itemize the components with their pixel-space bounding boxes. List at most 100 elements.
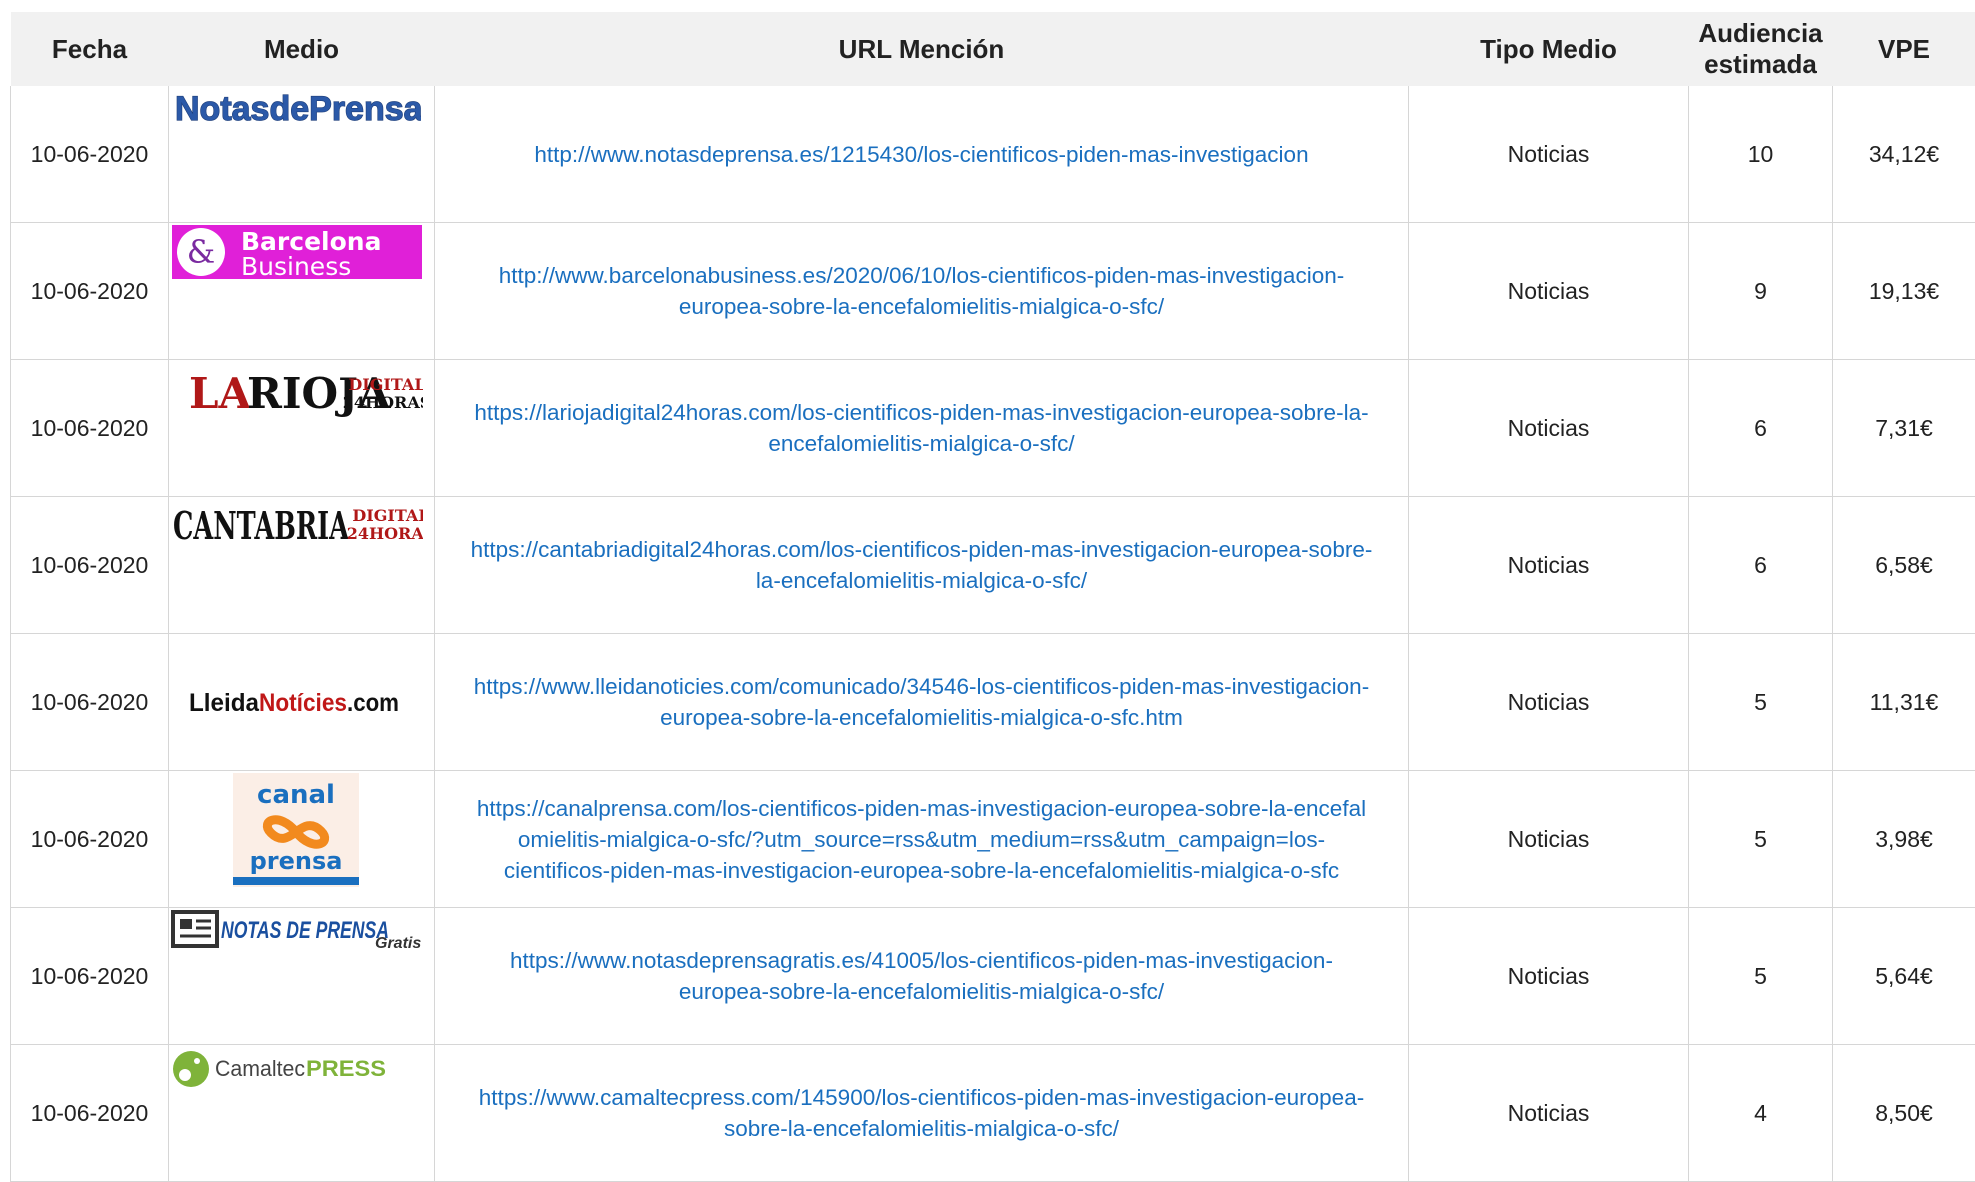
medio-cell: canal prensa <box>169 771 435 908</box>
url-line: http://www.notasdeprensa.es/1215430/los-… <box>534 142 1308 167</box>
svg-text:24HORAS: 24HORAS <box>347 524 423 543</box>
svg-text:NOTAS DE PRENSA: NOTAS DE PRENSA <box>221 917 389 944</box>
medio-cell: NotasdePrensa <box>169 86 435 223</box>
barcelona-business-logo: & Barcelona Business <box>169 223 423 281</box>
url-line: europea-sobre-la-encefalomielitis-mialgi… <box>679 979 1164 1004</box>
url-cell: https://www.lleidanoticies.com/comunicad… <box>435 634 1409 771</box>
url-cell: http://www.notasdeprensa.es/1215430/los-… <box>435 86 1409 223</box>
svg-text:PRESS: PRESS <box>306 1056 386 1081</box>
notasdeprensa-logo: NotasdePrensa <box>169 86 421 130</box>
url-line: https://lariojadigital24horas.com/los-ci… <box>474 400 1368 425</box>
url-cell: http://www.barcelonabusiness.es/2020/06/… <box>435 223 1409 360</box>
mention-link[interactable]: https://canalprensa.com/los-cientificos-… <box>477 796 1366 883</box>
audiencia-cell: 5 <box>1689 634 1833 771</box>
svg-text:.com: .com <box>347 689 399 717</box>
header-vpe: VPE <box>1833 12 1975 86</box>
table-row: 10-06-2020 CANTABRIA DIGITAL 24HORAS htt… <box>11 497 1975 634</box>
url-line: https://cantabriadigital24horas.com/los-… <box>471 537 1373 562</box>
tipo-medio-cell: Noticias <box>1409 1045 1689 1182</box>
url-cell: https://lariojadigital24horas.com/los-ci… <box>435 360 1409 497</box>
notasdeprensagratis-logo: NOTAS DE PRENSA Gratis <box>169 908 423 952</box>
url-line: http://www.barcelonabusiness.es/2020/06/… <box>499 263 1344 288</box>
medio-cell: & Barcelona Business <box>169 223 435 360</box>
date-cell: 10-06-2020 <box>11 497 169 634</box>
header-audiencia: Audienciaestimada <box>1689 12 1833 86</box>
larioja-digital-logo: LA RIOJA DIGITAL 24HORAS <box>169 360 423 420</box>
date-cell: 10-06-2020 <box>11 771 169 908</box>
mentions-table: Fecha Medio URL Mención Tipo Medio Audie… <box>10 12 1975 1182</box>
tipo-medio-cell: Noticias <box>1409 908 1689 1045</box>
vpe-cell: 6,58€ <box>1833 497 1975 634</box>
svg-text:DIGITAL: DIGITAL <box>348 375 423 394</box>
mentions-report: Fecha Medio URL Mención Tipo Medio Audie… <box>10 12 1975 1182</box>
table-row: 10-06-2020 & Barcelona Business http://w… <box>11 223 1975 360</box>
date-cell: 10-06-2020 <box>11 223 169 360</box>
svg-text:Camaltec: Camaltec <box>215 1056 305 1081</box>
table-row: 10-06-2020 NOTAS DE PRENSA Gratis https:… <box>11 908 1975 1045</box>
svg-text:24HORAS: 24HORAS <box>343 393 423 412</box>
mention-link[interactable]: https://cantabriadigital24horas.com/los-… <box>471 537 1373 593</box>
medio-cell: Camaltec PRESS <box>169 1045 435 1182</box>
medio-cell: CANTABRIA DIGITAL 24HORAS <box>169 497 435 634</box>
svg-text:canal: canal <box>257 780 335 810</box>
svg-text:LA: LA <box>189 369 253 418</box>
date-cell: 10-06-2020 <box>11 360 169 497</box>
tipo-medio-cell: Noticias <box>1409 771 1689 908</box>
url-line: europea-sobre-la-encefalomielitis-mialgi… <box>679 294 1164 319</box>
canalprensa-logo: canal prensa <box>169 771 423 891</box>
camaltecpress-logo: Camaltec PRESS <box>169 1045 423 1095</box>
vpe-cell: 5,64€ <box>1833 908 1975 1045</box>
mention-link[interactable]: https://www.lleidanoticies.com/comunicad… <box>474 674 1369 730</box>
url-line: https://www.camaltecpress.com/145900/los… <box>479 1085 1364 1110</box>
url-line: sobre-la-encefalomielitis-mialgica-o-sfc… <box>724 1116 1119 1141</box>
table-row: 10-06-2020 canal prensa https://canalpre… <box>11 771 1975 908</box>
lleidanoticies-logo: Lleida Notícies .com <box>169 682 423 722</box>
header-fecha: Fecha <box>11 12 169 86</box>
date-cell: 10-06-2020 <box>11 908 169 1045</box>
url-line: cientificos-piden-mas-investigacion-euro… <box>504 858 1339 883</box>
tipo-medio-cell: Noticias <box>1409 223 1689 360</box>
url-cell: https://www.camaltecpress.com/145900/los… <box>435 1045 1409 1182</box>
tipo-medio-cell: Noticias <box>1409 86 1689 223</box>
header-medio: Medio <box>169 12 435 86</box>
svg-text:&: & <box>187 233 215 271</box>
audiencia-cell: 5 <box>1689 908 1833 1045</box>
vpe-cell: 11,31€ <box>1833 634 1975 771</box>
svg-text:NotasdePrensa: NotasdePrensa <box>175 90 421 128</box>
medio-cell: Lleida Notícies .com <box>169 634 435 771</box>
svg-text:Notícies: Notícies <box>259 689 347 717</box>
url-cell: https://canalprensa.com/los-cientificos-… <box>435 771 1409 908</box>
svg-text:Lleida: Lleida <box>189 689 260 717</box>
url-line: omielitis-mialgica-o-sfc/?utm_source=rss… <box>518 827 1325 852</box>
tipo-medio-cell: Noticias <box>1409 497 1689 634</box>
mention-link[interactable]: https://lariojadigital24horas.com/los-ci… <box>474 400 1368 456</box>
mention-link[interactable]: https://www.camaltecpress.com/145900/los… <box>479 1085 1364 1141</box>
mention-link[interactable]: http://www.barcelonabusiness.es/2020/06/… <box>499 263 1344 319</box>
vpe-cell: 3,98€ <box>1833 771 1975 908</box>
tipo-medio-cell: Noticias <box>1409 360 1689 497</box>
mention-link[interactable]: http://www.notasdeprensa.es/1215430/los-… <box>534 142 1308 167</box>
url-cell: https://cantabriadigital24horas.com/los-… <box>435 497 1409 634</box>
date-cell: 10-06-2020 <box>11 1045 169 1182</box>
url-line: la-encefalomielitis-mialgica-o-sfc/ <box>756 568 1087 593</box>
audiencia-cell: 4 <box>1689 1045 1833 1182</box>
cantabria-digital-logo: CANTABRIA DIGITAL 24HORAS <box>169 497 423 547</box>
table-row: 10-06-2020 LA RIOJA DIGITAL 24HORAS http… <box>11 360 1975 497</box>
url-line: europea-sobre-la-encefalomielitis-mialgi… <box>660 705 1183 730</box>
audiencia-cell: 6 <box>1689 360 1833 497</box>
medio-cell: LA RIOJA DIGITAL 24HORAS <box>169 360 435 497</box>
mention-link[interactable]: https://www.notasdeprensagratis.es/41005… <box>510 948 1333 1004</box>
svg-text:DIGITAL: DIGITAL <box>352 506 423 525</box>
date-cell: 10-06-2020 <box>11 634 169 771</box>
url-line: https://www.lleidanoticies.com/comunicad… <box>474 674 1369 699</box>
audiencia-cell: 10 <box>1689 86 1833 223</box>
svg-text:prensa: prensa <box>250 847 343 875</box>
header-audiencia-line2: estimada <box>1704 49 1817 79</box>
table-row: 10-06-2020 Lleida Notícies .com https://… <box>11 634 1975 771</box>
table-row: 10-06-2020 Camaltec PRESS https://www.ca… <box>11 1045 1975 1182</box>
url-line: https://canalprensa.com/los-cientificos-… <box>477 796 1366 821</box>
url-cell: https://www.notasdeprensagratis.es/41005… <box>435 908 1409 1045</box>
vpe-cell: 7,31€ <box>1833 360 1975 497</box>
svg-text:CANTABRIA: CANTABRIA <box>173 503 349 547</box>
vpe-cell: 8,50€ <box>1833 1045 1975 1182</box>
